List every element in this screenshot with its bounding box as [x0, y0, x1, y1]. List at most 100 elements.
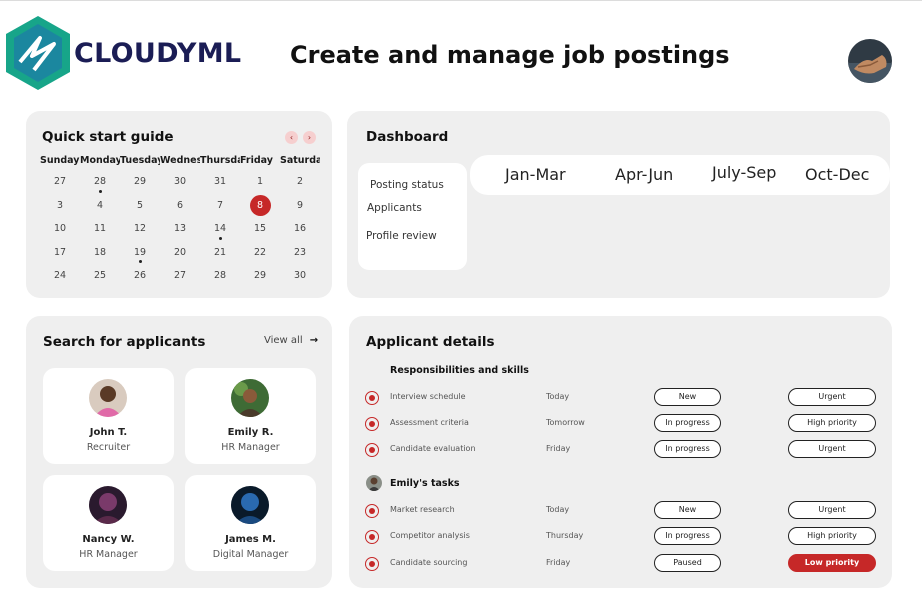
priority-badge[interactable]: High priority: [788, 414, 876, 432]
calendar-day[interactable]: 30: [160, 170, 200, 194]
calendar-day-number: 20: [173, 246, 187, 258]
task-radio[interactable]: [365, 530, 379, 544]
calendar-day[interactable]: 7: [200, 194, 240, 218]
task-radio[interactable]: [365, 557, 379, 571]
calendar-day[interactable]: 22: [240, 241, 280, 265]
calendar-day-number: 30: [173, 176, 187, 188]
applicant-name: John T.: [89, 427, 128, 438]
calendar-day[interactable]: 10: [40, 217, 80, 241]
calendar-day-number: 10: [53, 223, 67, 235]
calendar-day-number: 28: [213, 270, 227, 282]
calendar-day[interactable]: 24: [40, 264, 80, 288]
arrow-right-icon: →: [309, 335, 319, 346]
calendar-day[interactable]: 12: [120, 217, 160, 241]
calendar-day-number: 12: [133, 223, 147, 235]
calendar-grid: SundayMondayTuesdayWednesdayThursdayFrid…: [40, 155, 320, 288]
calendar-day[interactable]: 29: [240, 264, 280, 288]
calendar-day[interactable]: 27: [160, 264, 200, 288]
calendar-day[interactable]: 29: [120, 170, 160, 194]
weekday-label: Saturday: [280, 155, 320, 166]
applicant-card[interactable]: John T. Recruiter: [43, 368, 174, 464]
priority-badge[interactable]: Urgent: [788, 440, 876, 458]
task-due: Today: [546, 392, 570, 401]
task-name: Competitor analysis: [390, 531, 470, 540]
applicant-card[interactable]: Emily R. HR Manager: [185, 368, 316, 464]
tab-apr-jun[interactable]: Apr-Jun: [615, 165, 673, 184]
calendar-day[interactable]: 23: [280, 241, 320, 265]
calendar-day-number: 30: [293, 270, 307, 282]
status-badge[interactable]: In progress: [654, 527, 721, 545]
calendar-day[interactable]: 19: [120, 241, 160, 265]
status-badge[interactable]: In progress: [654, 440, 721, 458]
applicant-name: Nancy W.: [82, 534, 135, 545]
prev-month-button[interactable]: ‹: [285, 131, 298, 144]
calendar-day[interactable]: 27: [40, 170, 80, 194]
priority-badge[interactable]: High priority: [788, 527, 876, 545]
calendar-day-number: 29: [253, 270, 267, 282]
calendar-day[interactable]: 8: [240, 194, 280, 218]
view-all-link[interactable]: View all →: [264, 335, 318, 346]
calendar-day[interactable]: 9: [280, 194, 320, 218]
calendar-day[interactable]: 14: [200, 217, 240, 241]
menu-item-profile-review[interactable]: Profile review: [366, 230, 437, 242]
status-badge[interactable]: New: [654, 388, 721, 406]
priority-badge[interactable]: Urgent: [788, 501, 876, 519]
calendar-day[interactable]: 25: [80, 264, 120, 288]
calendar-day[interactable]: 17: [40, 241, 80, 265]
calendar-day[interactable]: 4: [80, 194, 120, 218]
calendar-day[interactable]: 3: [40, 194, 80, 218]
quick-start-guide-card: Quick start guide ‹ › Sunday Monday Tuesda…: [26, 111, 332, 298]
calendar-day[interactable]: 5: [120, 194, 160, 218]
calendar-day[interactable]: 1: [240, 170, 280, 194]
menu-item-applicants[interactable]: Applicants: [367, 202, 422, 214]
cloudyml-logo-icon[interactable]: [4, 14, 72, 92]
applicant-card[interactable]: Nancy W. HR Manager: [43, 475, 174, 571]
menu-item-posting-status[interactable]: Posting status: [370, 179, 444, 191]
calendar-day[interactable]: 20: [160, 241, 200, 265]
search-title: Search for applicants: [43, 334, 206, 350]
calendar-day[interactable]: 28: [80, 170, 120, 194]
tab-oct-dec[interactable]: Oct-Dec: [805, 165, 869, 184]
calendar-day-number: 21: [213, 246, 227, 258]
tab-july-sep[interactable]: July-Sep: [712, 163, 776, 182]
top-divider: [0, 0, 922, 1]
calendar-day[interactable]: 13: [160, 217, 200, 241]
calendar-day-number: 4: [96, 199, 104, 211]
applicant-card[interactable]: James M. Digital Manager: [185, 475, 316, 571]
task-radio[interactable]: [365, 443, 379, 457]
calendar-day-number: 19: [133, 246, 147, 258]
applicant-role: HR Manager: [221, 442, 280, 453]
task-due: Friday: [546, 558, 571, 567]
tab-jan-mar[interactable]: Jan-Mar: [505, 165, 566, 184]
calendar-day[interactable]: 2: [280, 170, 320, 194]
calendar-day[interactable]: 15: [240, 217, 280, 241]
search-applicants-card: Search for applicants View all → John T.…: [26, 316, 332, 588]
calendar-day-number: 2: [296, 176, 304, 188]
calendar-day[interactable]: 28: [200, 264, 240, 288]
applicant-role: Recruiter: [86, 442, 131, 453]
task-radio[interactable]: [365, 504, 379, 518]
calendar-day[interactable]: 16: [280, 217, 320, 241]
calendar-day-number: 15: [253, 223, 267, 235]
calendar-day[interactable]: 18: [80, 241, 120, 265]
applicant-role: Digital Manager: [212, 549, 289, 560]
event-dot-icon: [218, 236, 222, 240]
status-badge[interactable]: In progress: [654, 414, 721, 432]
status-badge[interactable]: New: [654, 501, 721, 519]
calendar-day[interactable]: 6: [160, 194, 200, 218]
task-radio[interactable]: [365, 417, 379, 431]
next-month-button[interactable]: ›: [303, 131, 316, 144]
calendar-day[interactable]: 21: [200, 241, 240, 265]
calendar-day[interactable]: 26: [120, 264, 160, 288]
status-badge[interactable]: Paused: [654, 554, 721, 572]
calendar-day[interactable]: 30: [280, 264, 320, 288]
priority-badge[interactable]: Low priority: [788, 554, 876, 572]
task-due: Thursday: [546, 531, 584, 540]
task-radio[interactable]: [365, 391, 379, 405]
calendar-day-number: 25: [93, 270, 107, 282]
calendar-day-number: 3: [56, 199, 64, 211]
calendar-day[interactable]: 11: [80, 217, 120, 241]
user-avatar[interactable]: [848, 39, 892, 83]
calendar-day[interactable]: 31: [200, 170, 240, 194]
priority-badge[interactable]: Urgent: [788, 388, 876, 406]
